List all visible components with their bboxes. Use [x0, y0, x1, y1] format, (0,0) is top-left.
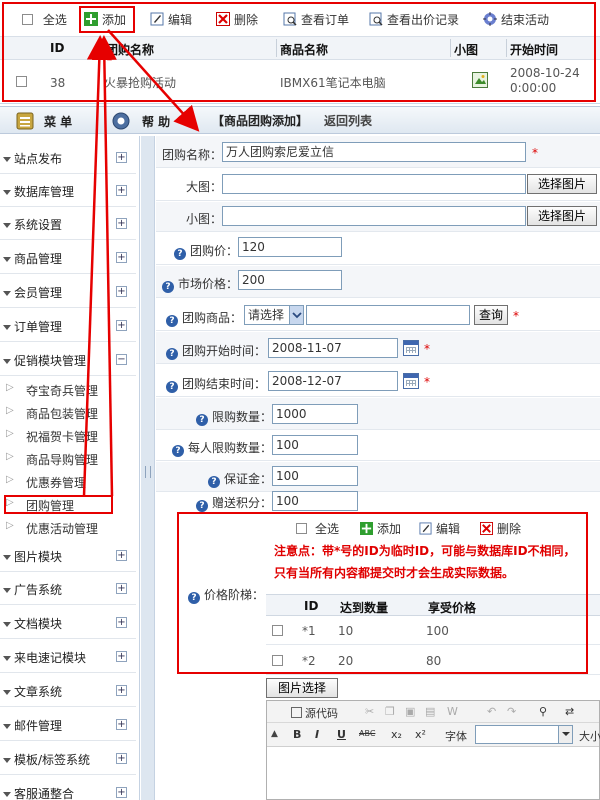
arrow-to-add-2: [91, 35, 117, 497]
arrow-to-add: [82, 35, 112, 497]
arrow-to-title: [107, 29, 200, 132]
annotation-arrows: [82, 29, 200, 497]
